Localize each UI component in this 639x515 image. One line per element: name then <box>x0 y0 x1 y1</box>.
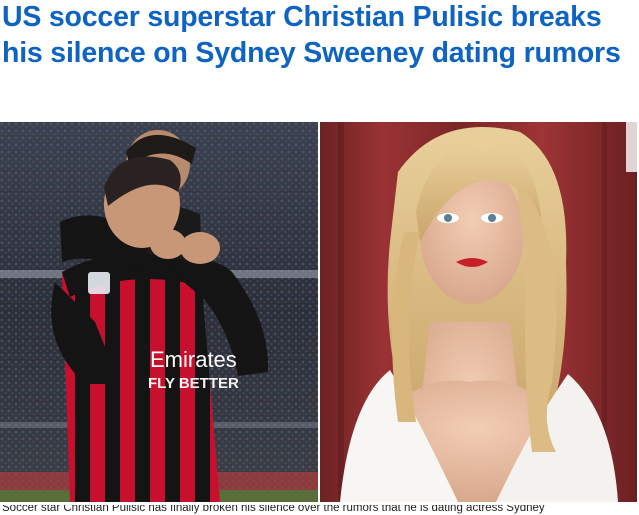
actress-photo-illustration <box>320 122 637 502</box>
photo-caption-text: Soccer star Christian Pulisic has finall… <box>2 505 545 514</box>
soccer-player-photo[interactable]: Emirates FLY BETTER <box>0 122 318 502</box>
photo-caption: Soccer star Christian Pulisic has finall… <box>2 505 638 515</box>
soccer-player-photo-illustration: Emirates FLY BETTER <box>0 122 318 502</box>
actress-photo[interactable] <box>320 122 637 502</box>
jersey-sponsor-text: Emirates <box>150 347 237 372</box>
svg-text:FLY BETTER: FLY BETTER <box>148 375 239 392</box>
article-headline[interactable]: US soccer superstar Christian Pulisic br… <box>2 0 632 71</box>
